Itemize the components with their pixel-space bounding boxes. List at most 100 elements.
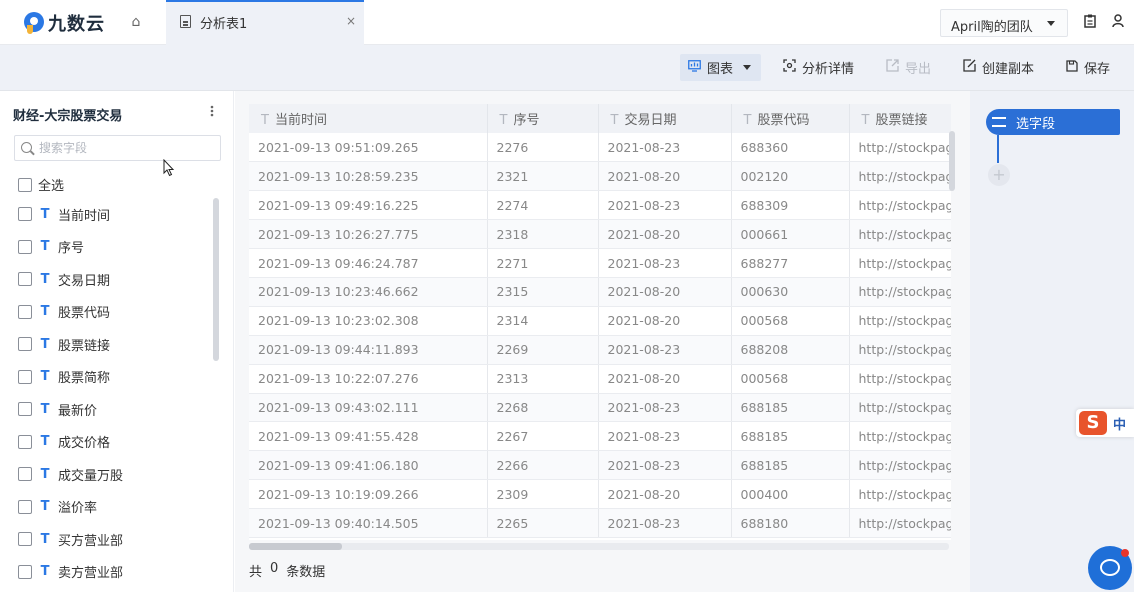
document-icon: [180, 15, 191, 28]
column-header-label: 当前时间: [274, 113, 327, 128]
field-name: 股票链接: [58, 338, 111, 354]
select-all-checkbox[interactable]: 全选: [18, 175, 64, 194]
user-icon[interactable]: [1111, 14, 1125, 30]
export-icon: [886, 59, 899, 76]
search-input[interactable]: [39, 138, 217, 158]
text-type-icon: T: [40, 206, 50, 222]
add-step-icon[interactable]: +: [988, 164, 1010, 186]
row-count: 共 0 条数据: [249, 561, 325, 580]
text-type-icon: T: [261, 113, 269, 128]
chart-icon: [688, 59, 701, 76]
save-button[interactable]: 保存: [1066, 54, 1110, 81]
column-header[interactable]: T 序号: [487, 104, 599, 133]
field-name: 买方营业部: [58, 533, 124, 549]
checkbox[interactable]: [18, 239, 32, 254]
count-suffix: 条数据: [286, 565, 326, 580]
chat-support-button[interactable]: [1088, 546, 1132, 590]
count-prefix: 共: [249, 565, 263, 580]
table-cell: http://stockpage: [849, 335, 951, 365]
checkbox[interactable]: [18, 177, 32, 192]
column-header[interactable]: T 股票代码: [731, 104, 850, 133]
app-logo[interactable]: 九数云: [24, 10, 105, 36]
home-icon[interactable]: ⌂: [128, 14, 144, 30]
field-item[interactable]: T 最新价: [18, 393, 208, 426]
tab-label: 分析表1: [200, 17, 248, 32]
checkbox[interactable]: [18, 532, 32, 547]
field-name: 卖方营业部: [58, 566, 124, 582]
field-item[interactable]: T 交易日期: [18, 263, 208, 296]
field-item[interactable]: T 成交价格: [18, 426, 208, 459]
table-cell: 000568: [731, 306, 850, 336]
caret-down-icon: [1047, 21, 1055, 26]
tab-analysis-table[interactable]: 分析表1 ×: [166, 0, 364, 45]
text-type-icon: T: [861, 113, 870, 128]
table-cell: 2021-08-23: [598, 248, 732, 278]
analysis-details-button[interactable]: 分析详情: [783, 54, 854, 81]
table-cell: 2021-08-23: [598, 335, 732, 365]
chart-label: 图表: [707, 62, 734, 77]
table-cell: 2021-09-13 10:23:02.308: [249, 306, 488, 336]
checkbox[interactable]: [18, 564, 32, 579]
field-item[interactable]: T 股票简称: [18, 361, 208, 394]
table-cell: 2021-09-13 09:44:11.893: [249, 335, 488, 365]
logo-icon: [24, 12, 44, 34]
table-cell: 2021-09-13 09:41:06.180: [249, 450, 488, 481]
column-header[interactable]: T 股票链接: [849, 104, 951, 133]
checkbox[interactable]: [18, 434, 32, 449]
table-row: 2021-09-13 10:23:46.662 2315 2021-08-20 000…: [249, 277, 951, 307]
table-cell: 2021-09-13 09:49:16.225: [249, 190, 488, 221]
field-item[interactable]: T 股票链接: [18, 328, 208, 361]
top-bar: 九数云 ⌂ 分析表1 × April陶的团队: [0, 0, 1134, 45]
ime-indicator[interactable]: S 中: [1076, 409, 1134, 437]
checkbox[interactable]: [18, 467, 32, 482]
column-header[interactable]: T 交易日期: [598, 104, 732, 133]
field-item[interactable]: T 买方营业部: [18, 523, 208, 556]
tab-close-icon[interactable]: ×: [346, 14, 356, 28]
table-cell: 2021-09-13 10:22:07.276: [249, 364, 488, 394]
team-select[interactable]: April陶的团队: [940, 9, 1068, 37]
more-vertical-icon[interactable]: [210, 105, 214, 117]
table-vertical-scrollbar[interactable]: [949, 131, 955, 191]
steps-panel: 选字段 +: [970, 91, 1134, 592]
table-cell: 2021-09-13 09:40:14.505: [249, 508, 488, 538]
table-cell: 2021-08-23: [598, 450, 732, 481]
field-item[interactable]: T 成交量万股: [18, 458, 208, 491]
checkbox[interactable]: [18, 402, 32, 417]
text-type-icon: T: [40, 434, 50, 450]
field-item[interactable]: T 当前时间: [18, 198, 208, 231]
field-list-scrollbar[interactable]: [213, 198, 219, 361]
table-cell: 2021-09-13 10:19:09.266: [249, 479, 488, 510]
checkbox[interactable]: [18, 207, 32, 222]
checkbox[interactable]: [18, 369, 32, 384]
export-button[interactable]: 导出: [886, 54, 931, 81]
checkbox[interactable]: [18, 304, 32, 319]
table-cell: 2021-08-23: [598, 508, 732, 538]
checkbox[interactable]: [18, 337, 32, 352]
scan-icon: [783, 59, 796, 76]
checkbox[interactable]: [18, 272, 32, 287]
table-cell: 688277: [731, 248, 850, 278]
table-cell: 2274: [487, 190, 599, 221]
checkbox[interactable]: [18, 499, 32, 514]
table-horizontal-scrollbar[interactable]: [249, 543, 342, 550]
field-item[interactable]: T 卖方营业部: [18, 556, 208, 589]
table-row: 2021-09-13 09:49:16.225 2274 2021-08-23 688…: [249, 190, 951, 221]
clipboard-icon[interactable]: [1083, 14, 1097, 30]
create-copy-button[interactable]: 创建副本: [963, 54, 1034, 81]
toolbar: 图表 分析详情 导出 创建副本 保存: [0, 45, 1134, 91]
table-cell: http://stockpage: [849, 248, 951, 278]
table-cell: 2021-09-13 09:51:09.265: [249, 133, 488, 163]
chart-button[interactable]: 图表: [680, 54, 761, 81]
field-item[interactable]: T 序号: [18, 231, 208, 264]
table-cell: http://stockpage: [849, 393, 951, 423]
list-icon: [992, 117, 1006, 127]
column-header[interactable]: T 当前时间: [249, 104, 488, 133]
field-item[interactable]: T 溢价率: [18, 491, 208, 524]
mouse-cursor-icon: [163, 159, 175, 177]
chat-icon: [1100, 559, 1120, 576]
step-select-fields[interactable]: 选字段: [986, 109, 1120, 135]
field-item[interactable]: T 股票代码: [18, 296, 208, 329]
table-cell: 2313: [487, 364, 599, 394]
table-cell: 2021-09-13 10:23:46.662: [249, 277, 488, 307]
text-type-icon: T: [40, 531, 50, 547]
